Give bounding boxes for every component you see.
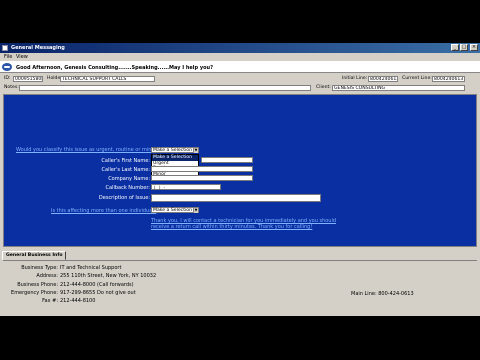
initial-line-label: Initial Line: xyxy=(342,76,368,81)
application-window: General Messaging _ □ × File View Good A… xyxy=(0,43,480,316)
chevron-down-icon[interactable]: ▼ xyxy=(193,208,198,213)
main-line-label: Main Line: xyxy=(351,291,377,297)
urgency-select-value: Make a Selection xyxy=(153,148,193,153)
id-label: ID: xyxy=(4,76,11,81)
notes-row: Notes: Client: GENESIS CONSULTING xyxy=(0,83,480,92)
company-name-input[interactable] xyxy=(151,175,253,181)
app-icon xyxy=(2,45,8,51)
current-line-label: Current Line: xyxy=(402,76,432,81)
menu-view[interactable]: View xyxy=(16,54,28,60)
multiple-individuals-value: Make a Selection xyxy=(153,208,193,213)
business-type-value: IT and Technical Support xyxy=(60,265,122,271)
multiple-individuals-question[interactable]: Is this affecting more than one individu… xyxy=(51,208,156,214)
main-line-value: 800-424-0613 xyxy=(378,291,414,297)
main-line: Main Line: 800-424-0613 xyxy=(351,291,414,297)
menu-bar: File View xyxy=(0,53,480,61)
last-name-input[interactable] xyxy=(151,166,253,172)
chevron-down-icon[interactable]: ▼ xyxy=(193,148,198,153)
notes-field[interactable] xyxy=(19,85,311,91)
business-info-panel: Business Type: IT and Technical Support … xyxy=(3,260,477,312)
emergency-phone-value: 917-299-8655 Do not give out xyxy=(60,290,136,296)
dropdown-option[interactable]: Make a Selection xyxy=(152,155,198,161)
callback-number-label: Callback Number: xyxy=(105,185,151,191)
first-name-label: Caller's First Name: xyxy=(101,158,150,164)
script-form-panel: Would you classify this issue as urgent,… xyxy=(3,94,477,247)
fax-value: 212-444-8100 xyxy=(60,298,96,304)
multiple-individuals-select[interactable]: Make a Selection ▼ xyxy=(151,207,199,213)
callback-number-input[interactable]: ( ) - xyxy=(151,184,221,190)
client-label: Client: xyxy=(316,85,331,90)
menu-file[interactable]: File xyxy=(4,54,12,60)
holder-field: TECHNICAL SUPPORT CALLS xyxy=(60,76,155,82)
title-bar: General Messaging _ □ × xyxy=(0,43,480,53)
id-field: 0009515808 xyxy=(13,76,43,82)
current-line-field: 8004240613 xyxy=(432,76,465,82)
minimize-button[interactable]: _ xyxy=(451,44,459,51)
description-input[interactable] xyxy=(151,194,321,202)
initial-line-field: 8004240613 xyxy=(368,76,398,82)
last-name-label: Caller's Last Name: xyxy=(101,167,150,173)
address-value: 255 110th Street, New York, NY 10032 xyxy=(60,273,157,279)
description-label: Description of Issue: xyxy=(98,195,150,201)
thank-you-message[interactable]: Thank you, I will contact a technician f… xyxy=(151,218,346,230)
window-title: General Messaging xyxy=(11,45,65,51)
greeting-script: Good Afternoon, Genesis Consulting......… xyxy=(16,65,213,71)
welcome-banner: Good Afternoon, Genesis Consulting......… xyxy=(0,61,480,73)
company-name-label: Company Name: xyxy=(108,176,150,182)
emergency-phone-label: Emergency Phone: xyxy=(11,290,58,296)
business-type-label: Business Type: xyxy=(21,265,58,271)
urgency-select[interactable]: Make a Selection ▼ xyxy=(151,147,199,153)
first-name-input[interactable] xyxy=(201,157,253,163)
address-label: Address: xyxy=(36,273,58,279)
notes-label: Notes: xyxy=(4,85,19,90)
fax-label: Fax #: xyxy=(42,298,58,304)
company-logo xyxy=(2,63,12,71)
business-phone-value: 212-444-8000 (Call forwards) xyxy=(60,282,134,288)
screen: General Messaging _ □ × File View Good A… xyxy=(0,0,480,360)
maximize-button[interactable]: □ xyxy=(460,44,468,51)
close-button[interactable]: × xyxy=(470,44,478,51)
client-field: GENESIS CONSULTING xyxy=(332,85,465,91)
urgency-question[interactable]: Would you classify this issue as urgent,… xyxy=(16,147,159,153)
business-phone-label: Business Phone: xyxy=(17,282,58,288)
tab-general-business-info[interactable]: General Business Info xyxy=(2,251,67,260)
call-info-row: ID: 0009515808 Holder: TECHNICAL SUPPORT… xyxy=(0,74,480,83)
